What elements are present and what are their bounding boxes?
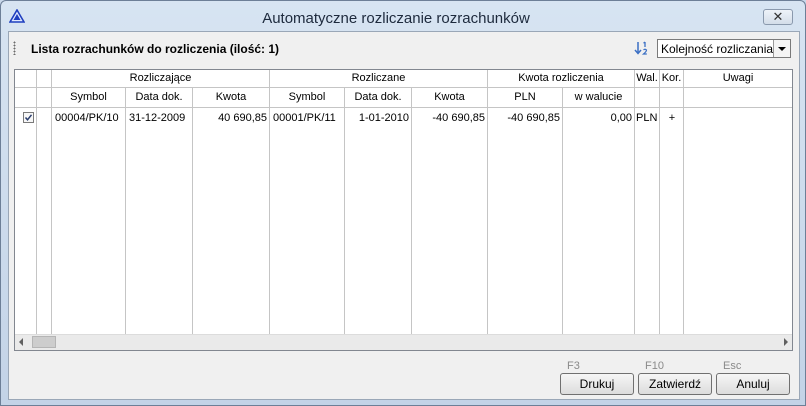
column-check <box>15 70 37 335</box>
cell-settling-amount: 40 690,85 <box>218 112 267 124</box>
cell-settled-date: 1-01-2010 <box>358 112 409 124</box>
close-button[interactable]: ✕ <box>763 9 793 25</box>
column-spacer <box>37 70 52 335</box>
header-settled-amount[interactable]: Kwota <box>412 88 488 108</box>
header-currency-sub <box>635 88 660 108</box>
print-button[interactable]: Drukuj <box>560 373 634 395</box>
header-settling-date[interactable]: Data dok. <box>126 88 193 108</box>
cell-amount-pln: -40 690,85 <box>507 112 560 124</box>
header-amount[interactable]: Kwota rozliczenia <box>488 70 635 88</box>
header-settled[interactable]: Rozliczane <box>270 70 488 88</box>
header-correction-sub <box>660 88 684 108</box>
horizontal-scrollbar[interactable] <box>15 334 792 350</box>
chevron-down-icon[interactable] <box>773 40 790 57</box>
cell-notes <box>684 110 792 126</box>
header-notes[interactable]: Uwagi <box>684 70 792 88</box>
cell-settling-date: 31-12-2009 <box>129 112 186 124</box>
confirm-shortcut-hint: F10 <box>645 360 664 372</box>
row-checkbox[interactable] <box>23 112 34 123</box>
header-amount-pln[interactable]: PLN <box>488 88 563 108</box>
order-select-value: Kolejność rozliczania <box>661 42 774 56</box>
header-sub-row: Symbol Data dok. Kwota Symbol Data dok. … <box>15 88 792 108</box>
list-title: Lista rozrachunków do rozliczenia (ilość… <box>31 42 280 56</box>
dialog-window: Automatyczne rozliczanie rozrachunków ✕ … <box>0 0 806 406</box>
settlements-table: Rozliczające Rozliczane Kwota rozliczeni… <box>14 69 793 351</box>
header-correction[interactable]: Kor. <box>660 70 684 88</box>
cell-currency: PLN <box>636 112 658 124</box>
header-settled-symbol[interactable]: Symbol <box>270 88 345 108</box>
cancel-button[interactable]: Anuluj <box>716 373 790 395</box>
cancel-shortcut-hint: Esc <box>723 360 742 372</box>
header-settling[interactable]: Rozliczające <box>52 70 270 88</box>
header-spacer-sub <box>37 88 52 108</box>
dialog-body: Lista rozrachunków do rozliczenia (ilość… <box>8 31 800 400</box>
order-select[interactable]: Kolejność rozliczania <box>657 39 791 58</box>
header-settled-date[interactable]: Data dok. <box>345 88 412 108</box>
window-title: Automatyczne rozliczanie rozrachunków <box>262 10 530 27</box>
header-check <box>15 70 37 88</box>
header-notes-sub <box>684 88 792 108</box>
header-spacer <box>37 70 52 88</box>
cell-correction: + <box>668 112 676 124</box>
header-amount-currency[interactable]: w walucie <box>563 88 635 108</box>
scroll-thumb[interactable] <box>32 336 56 348</box>
scroll-right-icon[interactable] <box>784 338 788 346</box>
cell-settled-amount: -40 690,85 <box>432 112 485 124</box>
print-shortcut-hint: F3 <box>567 360 580 372</box>
header-currency[interactable]: Wal. <box>635 70 660 88</box>
header-settling-symbol[interactable]: Symbol <box>52 88 126 108</box>
header-check-sub <box>15 88 37 108</box>
scroll-left-icon[interactable] <box>19 338 23 346</box>
toolbar-grip-icon[interactable] <box>13 41 16 55</box>
sort-order-icon[interactable] <box>633 40 651 56</box>
cell-amount-currency: 0,00 <box>610 112 632 124</box>
header-settling-amount[interactable]: Kwota <box>193 88 270 108</box>
title-bar[interactable]: Automatyczne rozliczanie rozrachunków ✕ <box>1 1 805 31</box>
cell-settling-symbol: 00004/PK/10 <box>55 112 119 124</box>
cell-settled-symbol: 00001/PK/11 <box>273 112 336 124</box>
header-group-row: Rozliczające Rozliczane Kwota rozliczeni… <box>15 70 792 88</box>
confirm-button[interactable]: Zatwierdź <box>638 373 712 395</box>
toolbar: Lista rozrachunków do rozliczenia (ilość… <box>9 32 799 63</box>
